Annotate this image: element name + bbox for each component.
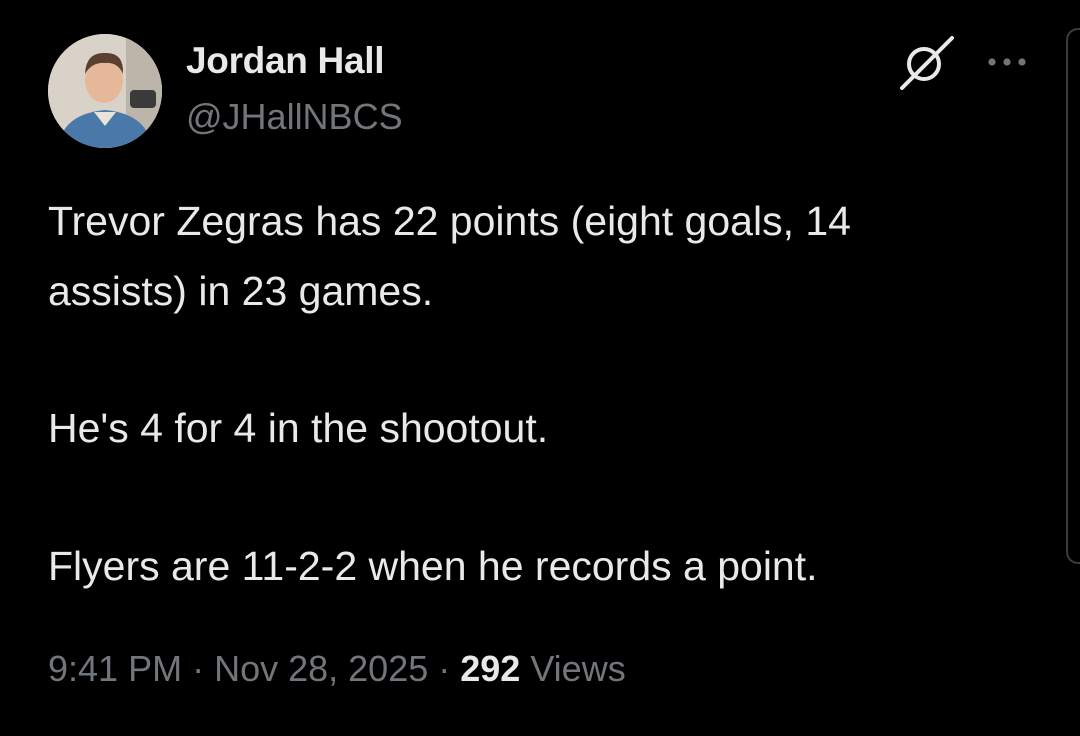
author-handle[interactable]: @JHallNBCS: [186, 96, 403, 138]
tweet-metadata: 9:41 PM · Nov 28, 2025 · 292 Views: [48, 648, 626, 690]
views-count[interactable]: 292: [460, 648, 520, 689]
tweet-date[interactable]: Nov 28, 2025: [214, 648, 428, 689]
separator-dot: ·: [182, 648, 215, 689]
grok-icon[interactable]: [898, 34, 956, 92]
tweet-text-line: Flyers are 11-2-2 when he records a poin…: [48, 543, 818, 589]
separator-dot: ·: [428, 648, 461, 689]
more-options-icon[interactable]: [984, 52, 1030, 72]
author-display-name[interactable]: Jordan Hall: [186, 40, 385, 82]
tweet-text-line: assists) in 23 games.: [48, 268, 434, 314]
tweet-text-line: Trevor Zegras has 22 points (eight goals…: [48, 198, 851, 244]
tweet-time[interactable]: 9:41 PM: [48, 648, 182, 689]
views-label: Views: [520, 648, 626, 689]
tweet-text-line: He's 4 for 4 in the shootout.: [48, 405, 549, 451]
avatar[interactable]: [48, 34, 162, 148]
scrollbar-edge: [1066, 28, 1080, 564]
